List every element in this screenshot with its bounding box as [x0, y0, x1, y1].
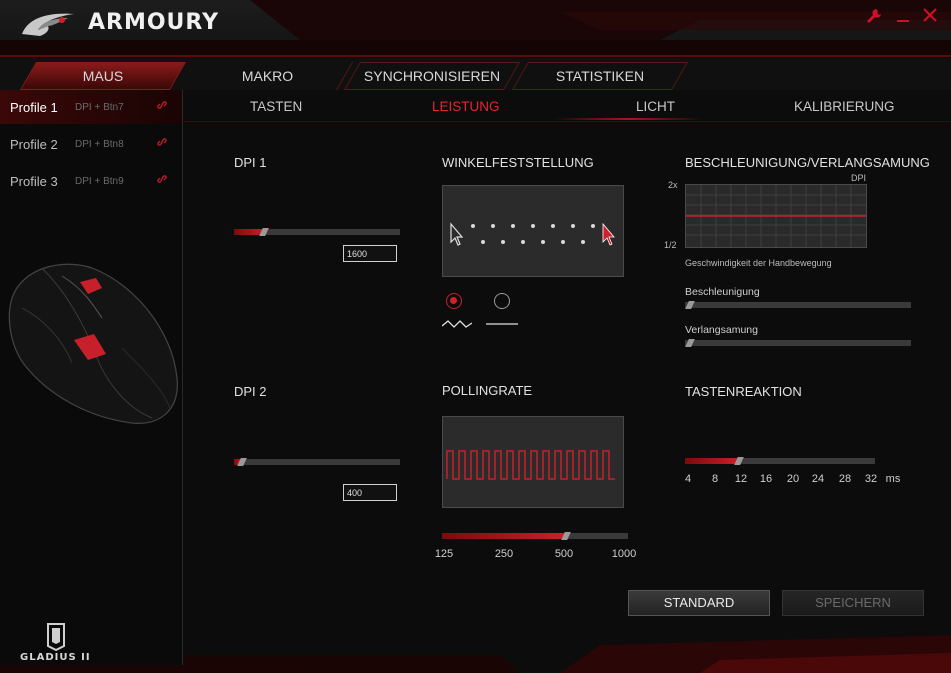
link-icon[interactable]	[156, 173, 168, 188]
profile-binding: DPI + Btn9	[75, 176, 124, 187]
response-unit: ms	[885, 473, 901, 485]
dpi1-value-input[interactable]	[343, 245, 397, 262]
dpi2-title: DPI 2	[234, 384, 267, 399]
acceleration-label: Beschleunigung	[685, 286, 760, 298]
polling-rate-preview	[442, 416, 624, 508]
angle-snapping-zigzag-radio[interactable]	[446, 293, 462, 309]
dpi-axis-label: DPI	[851, 173, 867, 183]
tab-statistiken[interactable]: STATISTIKEN	[511, 62, 689, 90]
profile-binding: DPI + Btn7	[75, 102, 124, 113]
profile-item-1[interactable]: Profile 1 DPI + Btn7	[0, 90, 182, 124]
tab-licht[interactable]: LICHT	[636, 99, 675, 114]
acceleration-slider-knob[interactable]	[685, 301, 695, 309]
leistung-panel: DPI 1 DPI 2 WINKELFESTSTELLUNG	[184, 122, 951, 673]
dpi1-title: DPI 1	[234, 155, 267, 170]
polling-tick: 125	[434, 548, 454, 560]
minimize-icon[interactable]	[893, 8, 913, 28]
deceleration-label: Verlangsamung	[685, 324, 758, 336]
profile-sidebar: Profile 1 DPI + Btn7 Profile 2 DPI + Btn…	[0, 90, 183, 673]
main-tabs: MAUS MAKRO SYNCHRONISIEREN STATISTIKEN	[0, 58, 951, 90]
dpi2-value-input[interactable]	[343, 484, 397, 501]
armoury-window: ARMOURY MAUS MAKRO SYNCHRONISIEREN STATI…	[0, 0, 951, 673]
dpi2-slider[interactable]	[234, 458, 400, 466]
polling-rate-slider[interactable]	[442, 532, 628, 540]
polling-tick: 250	[494, 548, 514, 560]
button-response-title: TASTENREAKTION	[685, 384, 802, 399]
app-title: ARMOURY	[88, 10, 220, 35]
response-tick: 16	[759, 473, 773, 485]
dpi1-slider[interactable]	[234, 228, 400, 236]
profile-name: Profile 3	[10, 174, 58, 189]
profile-item-2[interactable]: Profile 2 DPI + Btn8	[0, 127, 182, 161]
angle-snapping-straight-radio[interactable]	[494, 293, 510, 309]
sub-tabs: TASTEN LEISTUNG LICHT KALIBRIERUNG	[184, 90, 951, 122]
tab-maus[interactable]: MAUS	[19, 62, 187, 90]
link-icon[interactable]	[156, 136, 168, 151]
profile-binding: DPI + Btn8	[75, 139, 124, 150]
tab-makro[interactable]: MAKRO	[181, 62, 354, 90]
profile-item-3[interactable]: Profile 3 DPI + Btn9	[0, 164, 182, 198]
polling-tick: 500	[554, 548, 574, 560]
acceleration-title: BESCHLEUNIGUNG/VERLANGSAMUNG	[685, 155, 930, 170]
response-tick: 24	[811, 473, 825, 485]
tab-leistung[interactable]: LEISTUNG	[432, 99, 500, 114]
angle-snapping-title: WINKELFESTSTELLUNG	[442, 155, 594, 170]
footer-decoration	[0, 635, 951, 673]
acceleration-graph	[685, 184, 867, 248]
polling-rate-title: POLLINGRATE	[442, 383, 533, 398]
title-bar: ARMOURY	[0, 0, 951, 58]
link-icon[interactable]	[156, 99, 168, 114]
button-response-slider-fill	[685, 458, 739, 464]
straight-line-icon	[486, 323, 518, 325]
tab-kalibrierung[interactable]: KALIBRIERUNG	[794, 99, 895, 114]
wrench-icon[interactable]	[864, 8, 884, 28]
mouse-image	[8, 263, 178, 424]
response-tick: 4	[684, 473, 692, 485]
polling-rate-slider-fill	[442, 533, 566, 539]
cursor-end-icon	[602, 222, 615, 246]
tab-tasten[interactable]: TASTEN	[250, 99, 302, 114]
polling-tick: 1000	[611, 548, 637, 560]
y-axis-bottom-label: 1/2	[664, 240, 677, 250]
profile-name: Profile 1	[10, 100, 58, 115]
deceleration-slider-knob[interactable]	[685, 339, 695, 347]
cursor-start-icon	[450, 222, 464, 246]
profile-name: Profile 2	[10, 137, 58, 152]
save-button[interactable]: SPEICHERN	[782, 590, 924, 616]
acceleration-slider[interactable]	[685, 301, 911, 309]
button-response-slider[interactable]	[685, 457, 875, 465]
standard-button[interactable]: STANDARD	[628, 590, 770, 616]
active-tab-indicator	[554, 118, 704, 120]
zigzag-line-icon	[442, 320, 472, 328]
angle-snapping-preview	[442, 185, 624, 277]
deceleration-slider[interactable]	[685, 339, 911, 347]
rog-logo-icon	[22, 13, 74, 36]
hand-speed-label: Geschwindigkeit der Handbewegung	[685, 258, 832, 268]
y-axis-top-label: 2x	[668, 180, 678, 190]
tab-synchronisieren[interactable]: SYNCHRONISIEREN	[343, 62, 521, 90]
close-icon[interactable]	[920, 8, 940, 28]
